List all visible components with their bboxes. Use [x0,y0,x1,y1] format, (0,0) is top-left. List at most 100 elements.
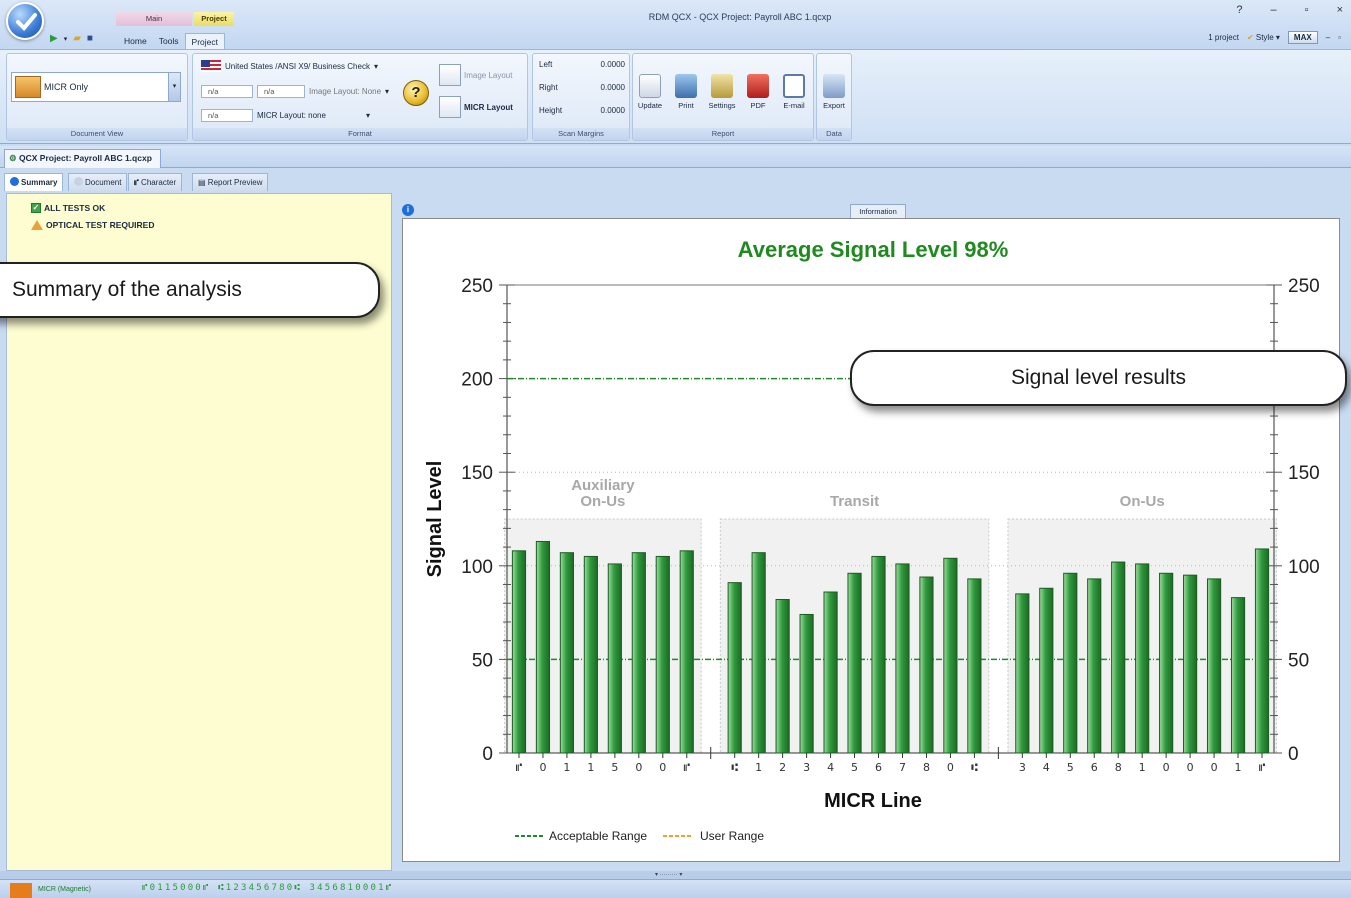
settings-button[interactable]: Settings [707,74,737,110]
x-tick-label: 3 [803,761,810,774]
status-mode-label: MICR (Magnetic) [38,886,91,893]
update-button[interactable]: Update [635,74,665,110]
na-field-1[interactable]: n/a [201,85,253,98]
help-button[interactable]: ? [1236,4,1242,16]
dropdown-icon[interactable]: ▾ [64,35,68,43]
signal-bar [895,563,910,754]
document-view-select[interactable]: MICR Only ▾ [11,72,181,102]
tab-report-preview[interactable]: ▤ Report Preview [192,173,269,191]
open-folder-icon[interactable]: ▰ [73,33,81,44]
document-tab-label: QCX Project: Payroll ABC 1.qcxp [19,153,152,163]
play-icon[interactable]: ▶ [50,33,58,44]
signal-bar [847,572,862,754]
close-button[interactable]: × [1337,4,1343,16]
signal-bar [655,555,670,754]
x-tick-label: 0 [947,761,954,774]
information-tab[interactable]: Information [850,204,906,218]
email-icon [783,74,805,98]
signal-bar [823,591,838,754]
email-button[interactable]: E-mail [779,74,809,110]
context-tab-main[interactable]: Main [116,12,192,26]
save-icon[interactable]: ■ [87,33,93,44]
group-label: On-Us [580,493,625,510]
group-label-document-view: Document View [7,128,187,140]
tab-home[interactable]: Home [118,33,153,49]
context-tab-project[interactable]: Project [194,12,234,26]
group-label: On-Us [1120,493,1165,510]
right-tools: 1 project ✔ Style ▾ MAX – ▫ [1208,31,1341,44]
minimize-button[interactable]: – [1271,4,1277,16]
pdf-button[interactable]: PDF [743,74,773,110]
y-tick-label-right: 150 [1288,463,1320,484]
na-field-2[interactable]: n/a [257,85,305,98]
margin-right-row: Right 0.0000 [539,83,625,92]
export-button[interactable]: Export [819,74,849,110]
restore-button[interactable]: ▫ [1305,4,1309,16]
signal-bar [1087,578,1102,754]
callout-summary: Summary of the analysis [0,262,380,318]
export-label: Export [823,101,845,110]
minimize-ribbon-icon[interactable]: – [1326,33,1330,42]
signal-bar [775,598,790,754]
micr-layout-row: n/a MICR Layout: none ▾ [201,109,370,122]
x-tick-label: 5 [611,761,618,774]
x-tick-label: 1 [587,761,594,774]
y-tick-label-left: 250 [461,276,493,297]
pdf-icon [747,74,769,98]
x-tick-label: ⑈ [516,761,523,774]
x-tick-label: ⑈ [1259,761,1266,774]
x-tick-label: 7 [899,761,906,774]
restore-ribbon-icon[interactable]: ▫ [1338,33,1341,42]
x-tick-label: 1 [1235,761,1242,774]
micr-layout-button[interactable]: MICR Layout [439,96,513,118]
style-menu[interactable]: ✔ Style ▾ [1247,33,1280,42]
callout-signal-level-text: Signal level results [1010,366,1187,389]
group-label-scan-margins: Scan Margins [533,128,629,140]
chevron-down-icon[interactable]: ▾ [168,73,180,101]
export-icon [823,74,845,98]
margin-height-row: Height 0.0000 [539,106,625,115]
tab-summary[interactable]: Summary [4,173,64,191]
image-layout-select[interactable]: Image Layout: None [309,87,381,96]
signal-bar [967,578,982,754]
micr-layout-select[interactable]: MICR Layout: none [257,111,326,120]
print-label: Print [678,101,694,110]
tab-project[interactable]: Project [184,33,225,49]
x-tick-label: 6 [875,761,882,774]
signal-bar [1254,548,1270,754]
settings-icon [711,74,733,98]
document-tab[interactable]: ⚙ QCX Project: Payroll ABC 1.qcxp [4,149,161,168]
na-field-3[interactable]: n/a [201,109,253,122]
all-tests-ok-text: ALL TESTS OK [44,203,106,213]
group-data: Export Data [816,53,852,141]
splitter-grip-icon[interactable]: ▾ ········· ▾ [655,871,682,878]
checkmark-logo-icon [16,13,37,31]
signal-bar [1111,561,1126,754]
x-tick-label: 0 [539,761,546,774]
tab-character[interactable]: ⑈ Character [128,173,183,191]
style-icon: ✔ [1246,33,1254,42]
country-select[interactable]: United States /ANSI X9/ Business Check ▾ [201,60,378,72]
group-label: Transit [830,493,879,510]
x-tick-label: 0 [1211,761,1218,774]
print-button[interactable]: Print [671,74,701,110]
micr-layout-icon [439,96,461,118]
app-menu-orb[interactable] [6,2,44,40]
tab-document[interactable]: Document [68,173,128,191]
help-icon[interactable]: ? [403,80,429,106]
group-document-view: MICR Only ▾ Document View [6,53,188,141]
signal-bar [1039,587,1054,754]
legend-acceptable-label: Acceptable Range [549,829,647,843]
y-tick-label-right: 100 [1288,557,1320,578]
menu-tabs: Home Tools Project [118,33,225,49]
signal-bar [1135,563,1150,754]
tab-tools[interactable]: Tools [153,33,185,49]
x-tick-label: 1 [755,761,762,774]
signal-bar [511,550,527,754]
image-layout-row: n/a n/a Image Layout: None ▾ [201,85,389,98]
window-controls: ? – ▫ × [1236,4,1343,16]
x-tick-label: 6 [1091,761,1098,774]
status-micr-line: ⑈0115000⑈ ⑆123456780⑆ 3456810001⑈ [142,883,394,893]
max-button[interactable]: MAX [1287,31,1318,44]
image-layout-button[interactable]: Image Layout [439,64,512,86]
